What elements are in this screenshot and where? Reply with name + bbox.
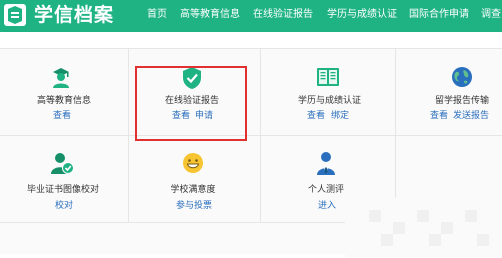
nav-higher-education[interactable]: 高等教育信息: [180, 9, 240, 21]
nav-international-cooperation[interactable]: 国际合作申请: [409, 9, 469, 21]
grid-divider: [0, 222, 395, 223]
nav-degree-certification[interactable]: 学历与成绩认证: [327, 9, 397, 21]
grid-divider: [0, 135, 502, 136]
tile-degree-cert-label: 学历与成绩认证: [298, 96, 362, 106]
tile-higher-ed-label: 高等教育信息: [37, 96, 92, 106]
grid-divider: [260, 48, 261, 222]
top-nav-bar: 学信档案 首页 高等教育信息 在线验证报告 学历与成绩认证 国际合作申请 调查: [0, 0, 502, 32]
tile-higher-ed-view-link[interactable]: 查看: [53, 111, 71, 122]
tile-degree-cert-bind-link[interactable]: 绑定: [331, 111, 349, 122]
site-logo-text[interactable]: 学信档案: [34, 3, 114, 27]
tile-study-abroad-label: 留学报告传输: [434, 96, 489, 106]
grid-divider: [128, 48, 129, 222]
certificate-book-icon[interactable]: [316, 67, 340, 87]
red-highlight-box: [135, 66, 247, 141]
tile-satisfaction-label: 学校满意度: [170, 185, 216, 195]
user-check-icon[interactable]: [50, 151, 74, 175]
nav-online-verification[interactable]: 在线验证报告: [253, 9, 313, 21]
nav-survey[interactable]: 调查: [481, 9, 501, 21]
tile-personal-eval-label: 个人测评: [308, 185, 345, 195]
tile-photo-check-verify-link[interactable]: 校对: [55, 201, 73, 212]
graduate-icon[interactable]: [50, 66, 72, 88]
grid-divider: [395, 48, 396, 222]
blurred-watermark-area: [345, 198, 502, 258]
nav-home[interactable]: 首页: [147, 9, 167, 21]
tile-study-abroad-send-link[interactable]: 发送报告: [453, 111, 489, 122]
tile-satisfaction-vote-link[interactable]: 参与投票: [176, 201, 212, 212]
businessman-icon[interactable]: [316, 151, 336, 175]
tile-photo-check-label: 毕业证书图像校对: [27, 185, 100, 195]
tile-personal-eval-enter-link[interactable]: 进入: [318, 201, 336, 212]
tile-degree-cert-view-link[interactable]: 查看: [307, 111, 325, 122]
grid-divider: [0, 48, 502, 49]
globe-icon[interactable]: [451, 66, 473, 88]
tile-study-abroad-view-link[interactable]: 查看: [430, 111, 448, 122]
logo-icon[interactable]: [4, 4, 26, 26]
smiley-icon[interactable]: [182, 152, 204, 174]
